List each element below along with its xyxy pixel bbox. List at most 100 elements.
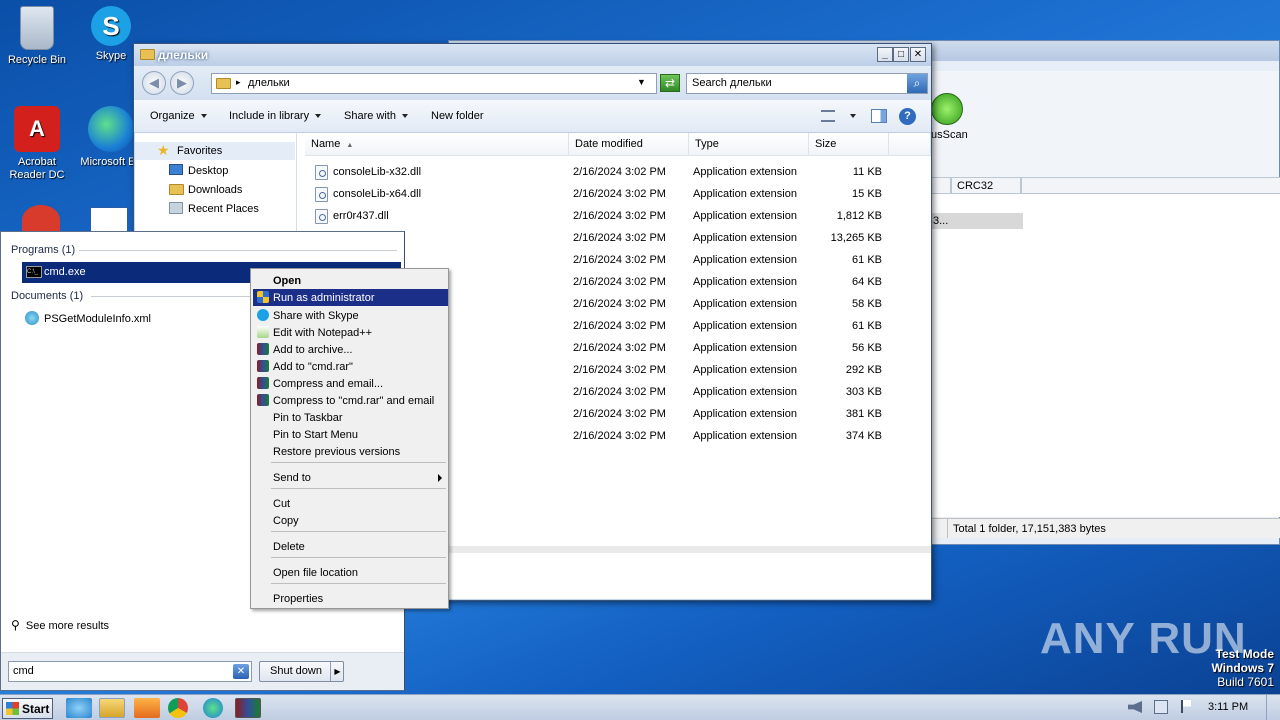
file-name: consoleLib-x32.dll (333, 166, 422, 178)
column-header-crc32[interactable]: CRC32 (951, 177, 1021, 194)
nav-downloads[interactable]: Downloads (135, 181, 295, 199)
minimize-button[interactable]: _ (877, 47, 893, 62)
file-date: 2/16/2024 3:02 PM (573, 320, 666, 332)
explorer-titlebar[interactable]: длельки _ □ ✕ (134, 44, 931, 66)
cmd-icon: C:\_ (26, 266, 42, 278)
context-menu-item-compress-to-cmd-rar-and-email[interactable]: Compress to "cmd.rar" and email (253, 392, 448, 409)
file-row[interactable]: consoleLib-x32.dll 2/16/2024 3:02 PM Appli… (297, 162, 931, 184)
share-with-button[interactable]: Share with (344, 110, 408, 122)
maximize-button[interactable]: □ (893, 47, 909, 62)
see-more-results-link[interactable]: ⚲ See more results (11, 618, 109, 636)
context-menu-item-send-to[interactable]: Send to (253, 469, 448, 486)
start-search-input[interactable]: cmd ✕ (8, 661, 252, 682)
context-menu-label: Cut (273, 498, 291, 510)
dll-file-icon (315, 209, 328, 224)
search-icon[interactable]: ⌕ (907, 74, 927, 93)
close-button[interactable]: ✕ (910, 47, 926, 62)
context-menu-item-open-file-location[interactable]: Open file location (253, 564, 448, 581)
explorer-taskbar-icon[interactable] (99, 698, 125, 718)
column-header-blank[interactable] (929, 177, 951, 194)
chrome-icon[interactable] (168, 698, 188, 718)
virus-scan-label[interactable]: usScan (931, 129, 968, 141)
background-window-list: CRC32 3... (929, 177, 1280, 517)
context-menu-label: Open (273, 275, 302, 287)
nav-favorites[interactable]: ★ Favorites (135, 142, 295, 160)
back-button[interactable]: ◀ (142, 71, 166, 95)
address-dropdown-icon[interactable]: ▼ (637, 77, 646, 87)
search-input[interactable]: Search длельки ⌕ (686, 73, 928, 94)
media-player-icon[interactable] (134, 698, 160, 718)
context-menu-item-delete[interactable]: Delete (253, 538, 448, 555)
file-row[interactable]: err0r437.dll 2/16/2024 3:02 PM Application… (297, 206, 931, 228)
clock[interactable]: 3:11 PM (1208, 701, 1248, 713)
selected-row[interactable]: 3... (929, 213, 1023, 229)
breadcrumb-chevron-icon[interactable]: ▸ (236, 77, 241, 88)
context-menu-item-restore-previous-versions[interactable]: Restore previous versions (253, 443, 448, 460)
preview-pane-icon[interactable] (871, 109, 887, 123)
search-result-document[interactable]: PSGetModuleInfo.xml (23, 310, 253, 328)
context-menu-item-copy[interactable]: Copy (253, 512, 448, 529)
file-type: Application extension (693, 320, 797, 332)
column-header-date[interactable]: Date modified (569, 133, 689, 156)
winrar-icon (257, 360, 269, 372)
volume-icon[interactable] (1128, 701, 1142, 713)
context-menu-item-pin-to-start-menu[interactable]: Pin to Start Menu (253, 426, 448, 443)
context-menu-item-add-to-cmd-rar[interactable]: Add to "cmd.rar" (253, 358, 448, 375)
ie-icon[interactable] (66, 698, 92, 718)
context-menu-item-add-to-archive[interactable]: Add to archive... (253, 341, 448, 358)
address-text: длельки (248, 77, 290, 89)
file-date: 2/16/2024 3:02 PM (573, 276, 666, 288)
action-center-flag-icon[interactable] (1181, 700, 1191, 713)
start-button[interactable]: Start (2, 698, 53, 719)
forward-button[interactable]: ▶ (170, 71, 194, 95)
context-menu-item-compress-and-email[interactable]: Compress and email... (253, 375, 448, 392)
file-date: 2/16/2024 3:02 PM (573, 364, 666, 376)
status-text: Total 1 folder, 17,151,383 bytes (953, 523, 1106, 535)
file-date: 2/16/2024 3:02 PM (573, 188, 666, 200)
organize-button[interactable]: Organize (150, 110, 207, 122)
context-menu-item-pin-to-taskbar[interactable]: Pin to Taskbar (253, 409, 448, 426)
test-mode-notice: Test Mode Windows 7 Build 7601 (1211, 647, 1274, 689)
shutdown-options-icon[interactable]: ▶ (330, 662, 344, 681)
file-type: Application extension (693, 254, 797, 266)
context-menu-item-cut[interactable]: Cut (253, 495, 448, 512)
nav-recent-places[interactable]: Recent Places (135, 200, 295, 218)
chevron-down-icon (200, 114, 207, 119)
virus-scan-icon[interactable] (931, 93, 963, 125)
desktop-icon-acrobat[interactable]: A Acrobat Reader DC (0, 106, 74, 182)
view-dropdown-icon[interactable] (850, 114, 856, 118)
context-menu-item-share-with-skype[interactable]: Share with Skype (253, 307, 448, 324)
refresh-icon[interactable]: ⇄ (660, 74, 680, 92)
winrar-icon[interactable] (235, 698, 261, 718)
address-bar[interactable]: ▸ длельки ▼ (211, 73, 657, 94)
chevron-down-icon (315, 114, 322, 119)
desktop-icon-recycle-bin[interactable]: Recycle Bin (0, 6, 74, 66)
view-options-icon[interactable] (821, 110, 835, 122)
clear-search-icon[interactable]: ✕ (233, 664, 249, 679)
nav-desktop[interactable]: Desktop (135, 162, 295, 180)
magnifier-icon: ⚲ (11, 618, 20, 632)
column-header-type[interactable]: Type (689, 133, 809, 156)
edge-taskbar-icon[interactable] (203, 698, 223, 718)
context-menu-item-open[interactable]: Open (253, 272, 448, 289)
desktop-icon (169, 164, 183, 175)
new-folder-button[interactable]: New folder (431, 110, 484, 122)
include-in-library-button[interactable]: Include in library (229, 110, 322, 122)
menu-separator (271, 557, 446, 558)
dll-file-icon (315, 187, 328, 202)
network-icon[interactable] (1154, 700, 1168, 714)
context-menu-item-run-as-administrator[interactable]: Run as administrator (253, 289, 448, 306)
column-header-size[interactable]: Size (809, 133, 889, 156)
column-header-name[interactable]: Name ▲ (305, 133, 569, 156)
context-menu-item-properties[interactable]: Properties (253, 590, 448, 607)
file-size: 292 KB (845, 364, 882, 376)
file-row[interactable]: consoleLib-x64.dll 2/16/2024 3:02 PM Appli… (297, 184, 931, 206)
help-icon[interactable]: ? (899, 108, 916, 125)
background-window-status: Total 1 folder, 17,151,383 bytes (929, 518, 1280, 538)
shutdown-button[interactable]: Shut down ▶ (259, 661, 344, 682)
menu-separator (271, 488, 446, 489)
file-type: Application extension (693, 364, 797, 376)
show-desktop-button[interactable] (1266, 695, 1280, 720)
context-menu-item-edit-with-notepad[interactable]: Edit with Notepad++ (253, 324, 448, 341)
file-type: Application extension (693, 408, 797, 420)
